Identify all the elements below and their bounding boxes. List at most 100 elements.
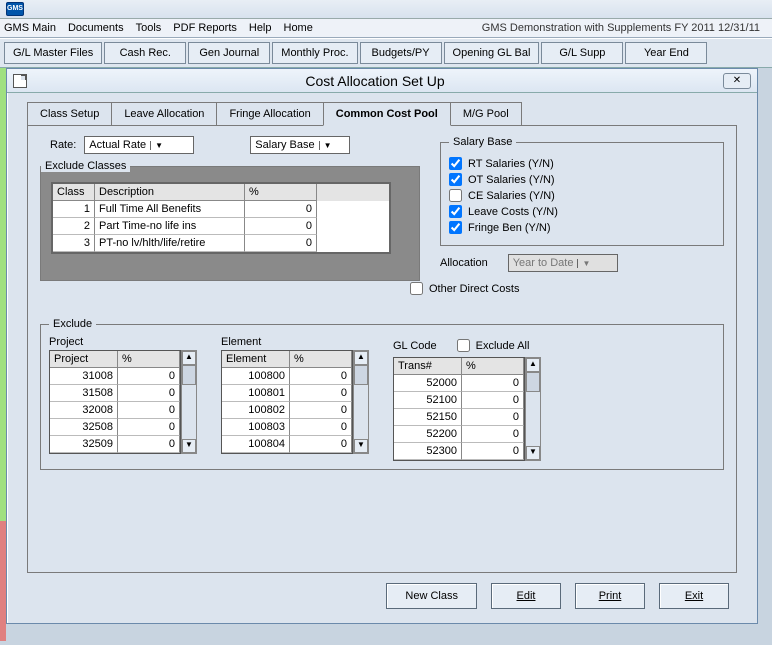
salary-check-label: Fringe Ben (Y/N) xyxy=(468,222,551,234)
menu-tools[interactable]: Tools xyxy=(136,22,162,34)
salary-check-label: RT Salaries (Y/N) xyxy=(468,158,554,170)
scroll-down-icon[interactable]: ▼ xyxy=(182,439,196,453)
exclude-classes-legend: Exclude Classes xyxy=(41,160,130,172)
table-row[interactable]: 2 Part Time-no life ins 0 xyxy=(53,218,389,235)
tab-panel: Rate: Actual Rate ▼ Salary Base ▼ xyxy=(27,125,737,573)
scroll-up-icon[interactable]: ▲ xyxy=(354,351,368,365)
table-row[interactable]: 1 Full Time All Benefits 0 xyxy=(53,201,389,218)
menu-home[interactable]: Home xyxy=(284,22,313,34)
exclude-classes-fieldset: Exclude Classes Class Description % xyxy=(40,160,420,281)
table-row[interactable]: 521000 xyxy=(394,392,524,409)
table-row[interactable]: 310080 xyxy=(50,368,180,385)
menu-help[interactable]: Help xyxy=(249,22,272,34)
tab-leave-allocation[interactable]: Leave Allocation xyxy=(111,102,217,126)
chevron-down-icon: ▼ xyxy=(577,259,590,268)
allocation-dropdown: Year to Date ▼ xyxy=(508,254,618,272)
chevron-down-icon: ▼ xyxy=(150,141,163,150)
menu-main[interactable]: GMS Main xyxy=(4,22,56,34)
element-grid[interactable]: Element % 100800010080101008020100803010… xyxy=(221,350,353,454)
chevron-down-icon: ▼ xyxy=(319,141,332,150)
scroll-down-icon[interactable]: ▼ xyxy=(526,446,540,460)
print-button[interactable]: Print xyxy=(575,583,645,609)
glcode-grid[interactable]: Trans# % 520000521000521500522000523000 xyxy=(393,357,525,461)
scroll-thumb[interactable] xyxy=(182,365,196,385)
tool-gen-journal[interactable]: Gen Journal xyxy=(188,42,270,64)
table-row[interactable]: 325080 xyxy=(50,419,180,436)
scroll-down-icon[interactable]: ▼ xyxy=(354,439,368,453)
exclude-legend: Exclude xyxy=(49,318,96,330)
menu-pdf[interactable]: PDF Reports xyxy=(173,22,237,34)
glcode-label: GL Code xyxy=(393,340,437,352)
table-row[interactable]: 325090 xyxy=(50,436,180,453)
col-desc: Description xyxy=(95,184,245,201)
scrollbar[interactable]: ▲ ▼ xyxy=(181,350,197,454)
col-pct: % xyxy=(245,184,317,201)
other-direct-checkbox[interactable] xyxy=(410,282,423,295)
table-row[interactable]: 1008040 xyxy=(222,436,352,453)
project-label: Project xyxy=(49,336,197,348)
table-row[interactable]: 3 PT-no lv/hlth/life/retire 0 xyxy=(53,235,389,252)
rate-label: Rate: xyxy=(50,139,76,151)
table-row[interactable]: 522000 xyxy=(394,426,524,443)
other-direct-label: Other Direct Costs xyxy=(429,283,519,295)
tab-fringe-allocation[interactable]: Fringe Allocation xyxy=(216,102,323,126)
exclude-fieldset: Exclude Project Project % xyxy=(40,318,724,470)
project-grid[interactable]: Project % 310080315080320080325080325090 xyxy=(49,350,181,454)
salary-base-dropdown[interactable]: Salary Base ▼ xyxy=(250,136,350,154)
table-row[interactable]: 1008010 xyxy=(222,385,352,402)
tool-opening-gl[interactable]: Opening GL Bal xyxy=(444,42,540,64)
table-row[interactable]: 315080 xyxy=(50,385,180,402)
close-button[interactable]: ✕ xyxy=(723,73,751,89)
rate-value: Actual Rate xyxy=(89,139,146,151)
edit-button[interactable]: Edit xyxy=(491,583,561,609)
salary-check-2[interactable] xyxy=(449,189,462,202)
toolbar: G/L Master Files Cash Rec. Gen Journal M… xyxy=(0,38,772,68)
scroll-up-icon[interactable]: ▲ xyxy=(526,358,540,372)
table-row[interactable]: 521500 xyxy=(394,409,524,426)
scrollbar[interactable]: ▲ ▼ xyxy=(525,357,541,461)
allocation-label: Allocation xyxy=(440,257,488,269)
element-label: Element xyxy=(221,336,369,348)
scroll-up-icon[interactable]: ▲ xyxy=(182,351,196,365)
salary-check-0[interactable] xyxy=(449,157,462,170)
salary-check-1[interactable] xyxy=(449,173,462,186)
scroll-thumb[interactable] xyxy=(354,365,368,385)
exclude-all-label: Exclude All xyxy=(476,340,530,352)
scroll-thumb[interactable] xyxy=(526,372,540,392)
menu-bar: GMS Main Documents Tools PDF Reports Hel… xyxy=(0,19,772,38)
table-row[interactable]: 1008020 xyxy=(222,402,352,419)
tool-year-end[interactable]: Year End xyxy=(625,42,707,64)
table-row[interactable]: 1008030 xyxy=(222,419,352,436)
app-icon: GMS xyxy=(6,2,24,16)
menu-documents[interactable]: Documents xyxy=(68,22,124,34)
window-frame: Cost Allocation Set Up ✕ Class Setup Lea… xyxy=(6,68,758,624)
exit-button[interactable]: Exit xyxy=(659,583,729,609)
tab-mg-pool[interactable]: M/G Pool xyxy=(450,102,522,126)
salary-check-3[interactable] xyxy=(449,205,462,218)
tool-cash-rec[interactable]: Cash Rec. xyxy=(104,42,186,64)
salary-check-label: Leave Costs (Y/N) xyxy=(468,206,558,218)
allocation-value: Year to Date xyxy=(513,257,574,269)
scrollbar[interactable]: ▲ ▼ xyxy=(353,350,369,454)
exclude-all-checkbox[interactable] xyxy=(457,339,470,352)
tool-budgets[interactable]: Budgets/PY xyxy=(360,42,442,64)
table-row[interactable]: 1008000 xyxy=(222,368,352,385)
salary-base-dropdown-value: Salary Base xyxy=(255,139,314,151)
tab-class-setup[interactable]: Class Setup xyxy=(27,102,112,126)
new-class-button[interactable]: New Class xyxy=(386,583,477,609)
salary-check-4[interactable] xyxy=(449,221,462,234)
table-row[interactable]: 523000 xyxy=(394,443,524,460)
exclude-classes-grid[interactable]: Class Description % 1 Full Time All Bene… xyxy=(51,182,391,254)
salary-check-label: OT Salaries (Y/N) xyxy=(468,174,555,186)
rate-dropdown[interactable]: Actual Rate ▼ xyxy=(84,136,194,154)
salary-base-legend: Salary Base xyxy=(449,136,516,148)
tab-common-cost-pool[interactable]: Common Cost Pool xyxy=(323,102,451,126)
salary-check-label: CE Salaries (Y/N) xyxy=(468,190,555,202)
document-icon xyxy=(13,74,27,88)
tool-monthly[interactable]: Monthly Proc. xyxy=(272,42,357,64)
col-class: Class xyxy=(53,184,95,201)
tool-gl-master[interactable]: G/L Master Files xyxy=(4,42,102,64)
tool-gl-supp[interactable]: G/L Supp xyxy=(541,42,623,64)
table-row[interactable]: 320080 xyxy=(50,402,180,419)
table-row[interactable]: 520000 xyxy=(394,375,524,392)
